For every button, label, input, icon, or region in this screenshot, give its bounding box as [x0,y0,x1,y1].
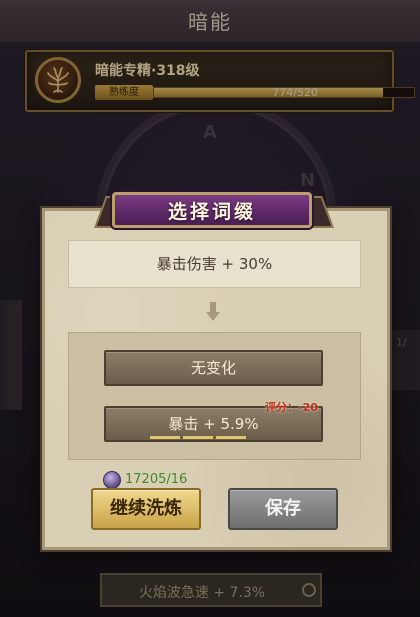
option-no-change[interactable]: 无变化 [104,350,323,386]
tree-emblem-icon [35,57,81,103]
option-label: 无变化 [190,359,236,377]
soul-gem-icon [103,471,121,489]
arch-rune: N [300,170,316,191]
arrow-down-icon [206,302,220,321]
left-panel-edge [0,300,22,410]
side-label: 1/ [396,336,407,349]
score-tag: 评分：-20 [265,401,318,414]
save-button[interactable]: 保存 [228,488,338,530]
current-affix: 暴击伤害 + 30% [68,240,361,288]
roll-quality-ticks [150,436,279,439]
dialog-title: 选择词缀 [167,201,256,223]
bottom-affix-row[interactable]: 火焰波急速 + 7.3% [100,573,322,607]
currency-amount: 17205/16 [125,472,188,487]
roll-tick-empty [249,436,279,439]
settings-icon[interactable] [302,583,316,597]
page-title: 暗能 [188,10,232,34]
continue-reroll-button[interactable]: 继续洗炼 [91,488,201,530]
proficiency-bar: 774/520 [153,86,415,99]
proficiency-value: 774/520 [272,86,318,99]
roll-tick-filled [150,436,180,439]
proficiency-label: 熟练度 [95,85,153,100]
skill-name: 暗能专精·318级 [95,63,200,79]
right-panel-edge: 1/ [390,330,420,390]
skill-header: 暗能专精·318级 熟练度 774/520 [25,50,415,112]
arch-rune: A [203,122,217,143]
roll-tick-filled [216,436,246,439]
bottom-affix-label: 火焰波急速 + 7.3% [138,585,266,601]
roll-tick-filled [183,436,213,439]
